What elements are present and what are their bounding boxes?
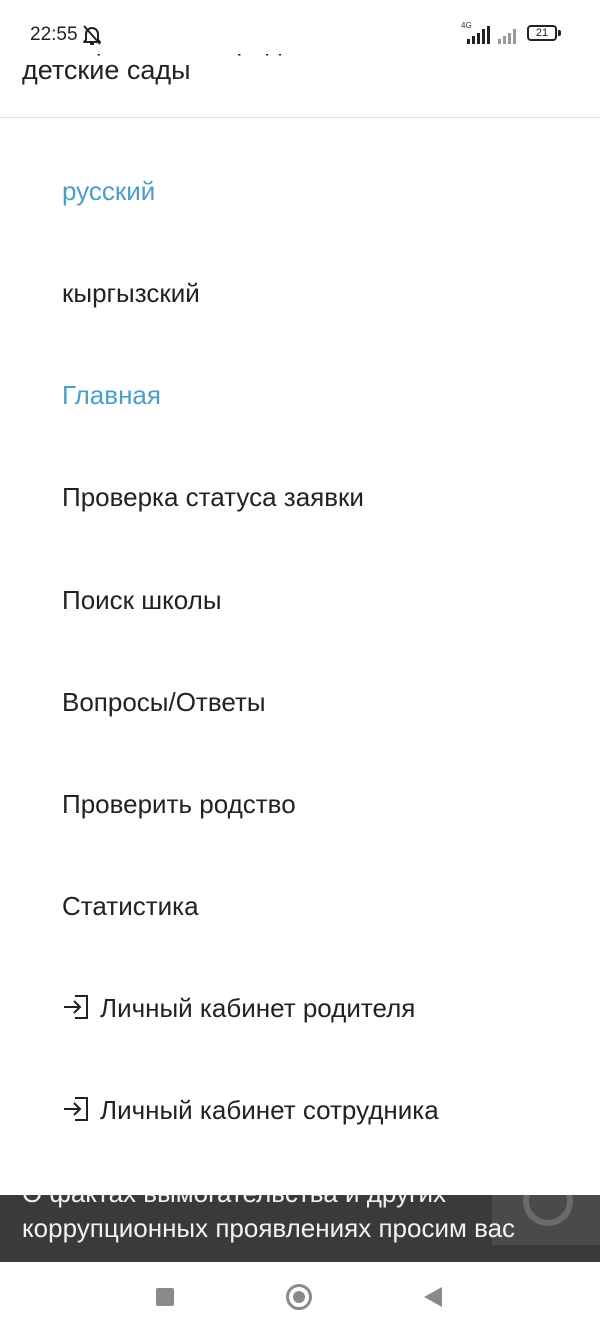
menu-item-kyrgyz[interactable]: кыргызский: [62, 278, 200, 309]
menu-item-faq[interactable]: Вопросы/Ответы: [62, 687, 266, 718]
battery-tip: [558, 30, 561, 36]
mute-bell-icon: [83, 25, 101, 45]
status-bar: 22:55 4G 21: [0, 0, 600, 60]
battery-level: 21: [535, 27, 549, 39]
login-icon: [64, 1097, 88, 1121]
battery-icon: 21: [527, 25, 557, 41]
page-title: детские сады: [22, 55, 191, 85]
menu-item-staff-cabinet[interactable]: Личный кабинет сотрудника: [62, 1095, 439, 1126]
back-icon[interactable]: [424, 1287, 442, 1307]
app-screen: 22:55 4G 21 Электронная очередь в детски…: [0, 0, 600, 1332]
header-divider: [0, 117, 600, 118]
anticorruption-notice-banner[interactable]: О фактах вымогательства и других коррупц…: [0, 1195, 600, 1262]
signal-icon: [498, 29, 516, 44]
menu-item-label: Личный кабинет родителя: [100, 993, 416, 1023]
menu-item-school-search[interactable]: Поиск школы: [62, 585, 222, 616]
home-icon[interactable]: [286, 1284, 312, 1310]
menu-item-russian[interactable]: русский: [62, 176, 155, 207]
menu-item-statistics[interactable]: Статистика: [62, 891, 199, 922]
notice-text-clipped: О фактах вымогательства и других: [22, 1195, 446, 1209]
signal-icon: [467, 26, 490, 44]
menu-item-label: Личный кабинет сотрудника: [100, 1095, 439, 1125]
notice-text: коррупционных проявлениях просим вас: [22, 1213, 516, 1243]
recents-icon[interactable]: [156, 1288, 174, 1306]
home-icon-dot: [293, 1291, 305, 1303]
login-icon: [64, 995, 88, 1019]
menu-item-home[interactable]: Главная: [62, 380, 161, 411]
menu-item-parent-cabinet[interactable]: Личный кабинет родителя: [62, 993, 415, 1024]
status-time: 22:55: [30, 24, 78, 45]
system-nav-bar: [0, 1262, 600, 1332]
menu-item-check-kinship[interactable]: Проверить родство: [62, 789, 296, 820]
menu-item-check-status[interactable]: Проверка статуса заявки: [62, 482, 364, 513]
